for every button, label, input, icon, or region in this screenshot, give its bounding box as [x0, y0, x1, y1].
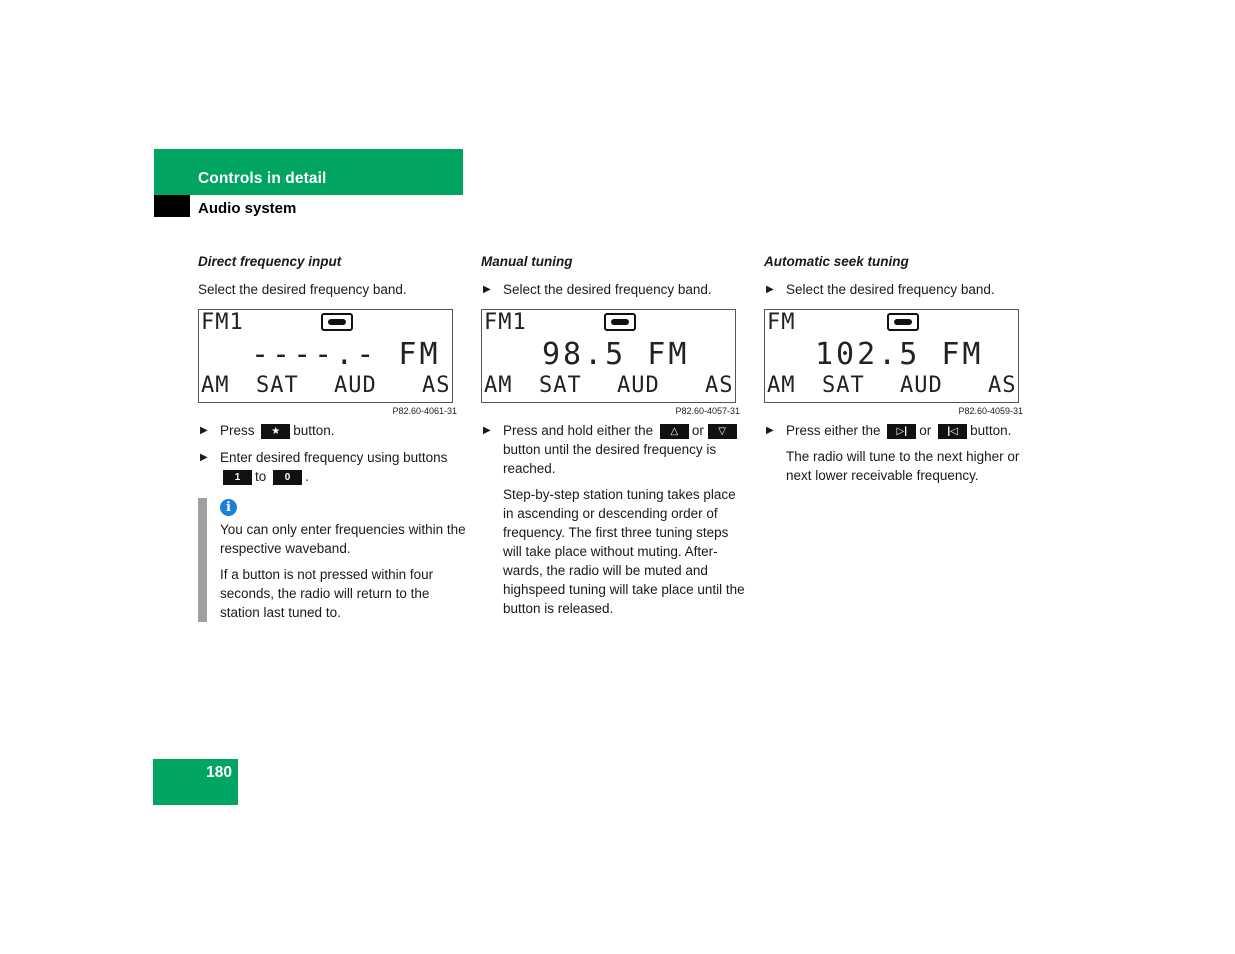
instruction-step: ▶ Press ★ button. — [198, 421, 466, 440]
page-number-box: 180 — [153, 759, 238, 805]
body-paragraph: Step-by-step station tuning takes place … — [503, 487, 745, 616]
step-text: Press — [220, 423, 259, 438]
key-1-icon: 1 — [223, 469, 252, 485]
softkey-aud: AUD — [334, 373, 377, 398]
band-label: FM1 — [201, 310, 244, 335]
section-title: Controls in detail — [198, 170, 327, 187]
info-icon: i — [220, 499, 237, 516]
softkey-aud: AUD — [617, 373, 660, 398]
figure-code: P82.60-4057-31 — [675, 406, 740, 416]
step-text: Press either the — [786, 423, 885, 438]
info-note: i You can only enter frequencies within … — [198, 498, 466, 622]
softkey-sat: SAT — [822, 373, 865, 398]
radio-display: FM1 98.5 FM AM SAT AUD AS — [481, 309, 736, 403]
frequency-readout: 102.5 FM — [815, 337, 984, 372]
bullet-arrow-icon: ▶ — [766, 284, 774, 295]
subsection-marker — [154, 195, 190, 217]
step-text: Press and hold either the — [503, 423, 657, 438]
radio-display-figure: FM1 98.5 FM AM SAT AUD AS P82.60-4057-31 — [481, 309, 741, 416]
radio-display-figure: FM1 ----.- FM AM SAT AUD AS P82.60-4061-… — [198, 309, 458, 416]
column-manual-tuning: Manual tuning ▶ Select the desired frequ… — [481, 254, 749, 618]
softkey-am: AM — [484, 373, 513, 398]
step-text: or — [691, 423, 708, 438]
step-text: to — [255, 469, 271, 484]
cassette-icon — [887, 313, 919, 331]
band-label: FM1 — [484, 310, 527, 335]
figure-code: P82.60-4061-31 — [392, 406, 457, 416]
softkey-am: AM — [201, 373, 230, 398]
radio-display: FM1 ----.- FM AM SAT AUD AS — [198, 309, 453, 403]
step-text: button. — [293, 423, 335, 438]
down-key-icon: ▽ — [707, 423, 737, 439]
softkey-am: AM — [767, 373, 796, 398]
softkey-as: AS — [988, 373, 1017, 398]
section-heading: Manual tuning — [481, 254, 573, 269]
radio-display-figure: FM 102.5 FM AM SAT AUD AS P82.60-4059-31 — [764, 309, 1024, 416]
section-heading: Automatic seek tuning — [764, 254, 909, 269]
up-key-icon: △ — [659, 423, 689, 439]
step-text: Enter desired frequency using buttons — [220, 450, 448, 465]
instruction-step: ▶ Press and hold either the △ or ▽ button … — [481, 421, 749, 478]
softkey-as: AS — [705, 373, 734, 398]
note-paragraph: You can only enter frequencies within th… — [220, 522, 466, 556]
section-heading: Direct frequency input — [198, 254, 342, 269]
softkey-sat: SAT — [256, 373, 299, 398]
frequency-readout: ----.- FM — [251, 337, 441, 372]
band-label: FM — [767, 310, 796, 335]
softkey-sat: SAT — [539, 373, 582, 398]
note-paragraph: If a button is not pressed within four s… — [220, 567, 434, 620]
step-text: button. — [970, 423, 1012, 438]
frequency-readout: 98.5 FM — [542, 337, 690, 372]
step-text: Select the desired frequency band. — [786, 282, 995, 297]
seek-down-key-icon: |◁ — [938, 423, 968, 439]
intro-text: Select the desired frequency band. — [198, 282, 407, 297]
step-text: . — [305, 469, 309, 484]
softkey-aud: AUD — [900, 373, 943, 398]
instruction-step: ▶ Press either the ▷| or |◁ button. — [764, 421, 1032, 440]
subsection-title: Audio system — [198, 200, 297, 217]
figure-code: P82.60-4059-31 — [958, 406, 1023, 416]
softkey-as: AS — [422, 373, 451, 398]
step-text: button until the desired frequency is re… — [503, 442, 717, 476]
body-paragraph: The radio will tune to the next higher o… — [786, 449, 1020, 483]
step-text: or — [919, 423, 936, 438]
instruction-step: ▶ Enter desired frequency using buttons … — [198, 448, 466, 486]
column-direct-frequency-input: Direct frequency input Select the desire… — [198, 254, 466, 622]
bullet-arrow-icon: ▶ — [200, 425, 208, 436]
star-key-icon: ★ — [261, 423, 291, 439]
cassette-icon — [321, 313, 353, 331]
instruction-step: ▶ Select the desired frequency band. — [481, 280, 749, 299]
step-text: Select the desired frequency band. — [503, 282, 712, 297]
bullet-arrow-icon: ▶ — [483, 284, 491, 295]
instruction-step: ▶ Select the desired frequency band. — [764, 280, 1032, 299]
bullet-arrow-icon: ▶ — [766, 425, 774, 436]
page-number: 180 — [206, 764, 232, 781]
bullet-arrow-icon: ▶ — [483, 425, 491, 436]
column-automatic-seek-tuning: Automatic seek tuning ▶ Select the desir… — [764, 254, 1032, 485]
seek-up-key-icon: ▷| — [887, 423, 917, 439]
key-0-icon: 0 — [273, 469, 303, 485]
note-bar — [198, 498, 207, 622]
bullet-arrow-icon: ▶ — [200, 452, 208, 463]
cassette-icon — [604, 313, 636, 331]
radio-display: FM 102.5 FM AM SAT AUD AS — [764, 309, 1019, 403]
